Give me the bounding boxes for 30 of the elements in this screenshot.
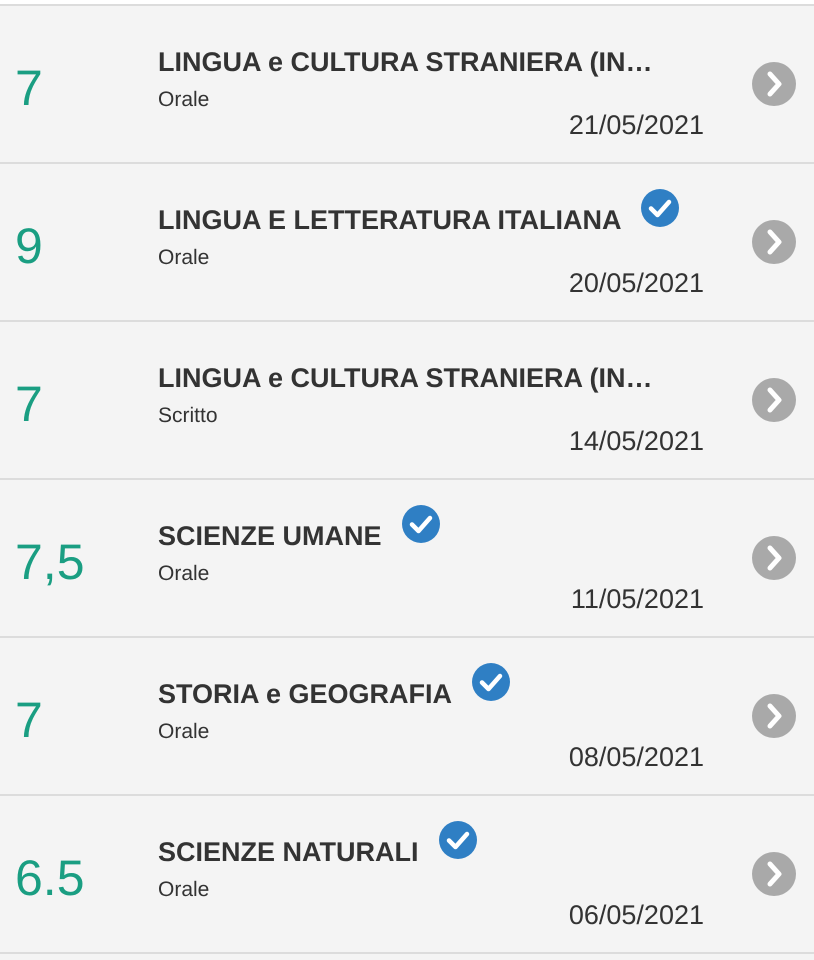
grade-date: 21/05/2021: [568, 110, 704, 141]
grade-value: 6.5: [14, 849, 86, 907]
grade-date: 11/05/2021: [570, 584, 704, 615]
grade-type: Orale: [158, 878, 210, 902]
chevron-right-icon[interactable]: [752, 694, 796, 738]
grade-type: Orale: [158, 88, 210, 112]
grade-value: 7: [14, 375, 44, 433]
subject-title: STORIA e GEOGRAFIA: [158, 679, 452, 710]
grade-date: 20/05/2021: [568, 268, 704, 299]
chevron-right-icon[interactable]: [752, 852, 796, 896]
grade-value: 7: [14, 691, 44, 749]
subject-title: SCIENZE UMANE: [158, 521, 382, 552]
grade-type: Scritto: [158, 404, 218, 428]
chevron-right-icon[interactable]: [752, 62, 796, 106]
chevron-right-icon[interactable]: [752, 536, 796, 580]
grade-type: Orale: [158, 562, 210, 586]
grade-value: 9: [14, 217, 44, 275]
grade-value: 7,5: [14, 533, 86, 591]
grade-date: 08/05/2021: [568, 742, 704, 773]
grade-type: Orale: [158, 720, 210, 744]
subject-title: SCIENZE NATURALI: [158, 837, 418, 868]
subject-title: LINGUA e CULTURA STRANIERA (IN…: [158, 47, 652, 78]
grade-value: 7: [14, 59, 44, 117]
grade-date: 14/05/2021: [568, 426, 704, 457]
grade-date: 06/05/2021: [568, 900, 704, 931]
chevron-right-icon[interactable]: [752, 220, 796, 264]
grade-type: Orale: [158, 246, 210, 270]
subject-title: LINGUA e CULTURA STRANIERA (IN…: [158, 363, 652, 394]
subject-title: LINGUA E LETTERATURA ITALIANA: [158, 205, 622, 236]
chevron-right-icon[interactable]: [752, 378, 796, 422]
